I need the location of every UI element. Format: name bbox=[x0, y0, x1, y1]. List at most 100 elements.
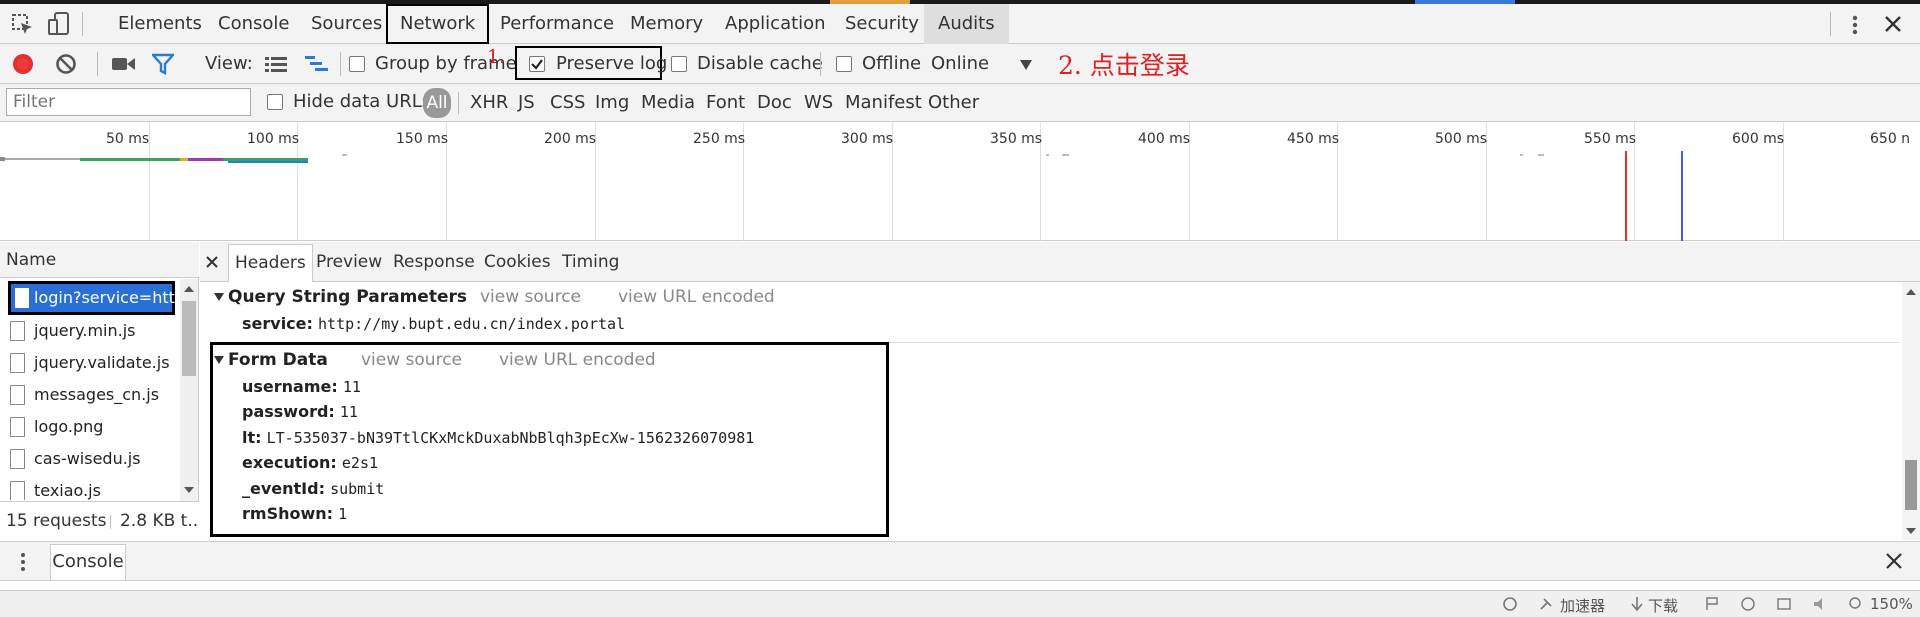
close-details-icon[interactable] bbox=[206, 256, 218, 268]
tab-memory[interactable]: Memory bbox=[630, 4, 703, 44]
filter-type-ws[interactable]: WS bbox=[804, 92, 833, 113]
request-row-selected[interactable]: login?service=htt bbox=[8, 281, 175, 315]
accelerator-label[interactable]: 加速器 bbox=[1560, 595, 1605, 616]
group-by-frame-checkbox[interactable] bbox=[349, 56, 365, 72]
request-row[interactable]: jquery.min.js bbox=[0, 316, 180, 348]
download-arrow-icon bbox=[1631, 597, 1643, 612]
chevron-down-icon[interactable] bbox=[1019, 59, 1033, 71]
tab-network[interactable]: Network bbox=[386, 4, 490, 44]
tab-console[interactable]: Console bbox=[218, 4, 289, 44]
tab-security[interactable]: Security bbox=[845, 4, 919, 44]
details-tabbar: Headers Preview Response Cookies Timing bbox=[200, 242, 1920, 282]
filter-type-manifest[interactable]: Manifest bbox=[845, 92, 922, 113]
transferred-size: 2.8 KB t... bbox=[120, 511, 204, 531]
hide-data-urls-checkbox[interactable] bbox=[267, 94, 283, 110]
timeline-tick-label: 150 ms bbox=[396, 131, 449, 147]
filter-icon[interactable] bbox=[152, 53, 174, 75]
clear-icon[interactable] bbox=[55, 53, 77, 75]
browser-status-bar: 加速器 下载 150% bbox=[0, 590, 1920, 617]
zoom-level[interactable]: 150% bbox=[1870, 595, 1913, 613]
filter-input[interactable] bbox=[6, 88, 251, 116]
scroll-down-icon[interactable] bbox=[184, 486, 194, 494]
filter-type-img[interactable]: Img bbox=[595, 92, 629, 113]
refresh-icon[interactable] bbox=[1502, 596, 1518, 612]
offline-label: Offline bbox=[862, 53, 922, 74]
inspect-element-icon[interactable] bbox=[12, 14, 34, 36]
device-toolbar-icon[interactable] bbox=[48, 12, 70, 36]
domcontentloaded-marker bbox=[1681, 151, 1683, 241]
query-string-parameters-title[interactable]: Query String Parameters bbox=[228, 287, 467, 307]
tab-audits[interactable]: Audits bbox=[924, 4, 1009, 44]
close-drawer-icon[interactable] bbox=[1886, 553, 1902, 569]
qsp-view-source-link[interactable]: view source bbox=[480, 287, 581, 307]
timeline-bar bbox=[1062, 154, 1069, 156]
tab-elements[interactable]: Elements bbox=[118, 4, 202, 44]
request-name: jquery.min.js bbox=[34, 321, 136, 340]
filter-type-other[interactable]: Other bbox=[928, 92, 979, 113]
tab-application[interactable]: Application bbox=[725, 4, 826, 44]
scroll-up-icon[interactable] bbox=[184, 285, 194, 293]
tab-timing[interactable]: Timing bbox=[562, 242, 619, 282]
filter-type-doc[interactable]: Doc bbox=[757, 92, 792, 113]
tab-sources[interactable]: Sources bbox=[311, 4, 382, 44]
request-summary: 15 requests 2.8 KB t... bbox=[0, 501, 204, 540]
console-area[interactable] bbox=[0, 582, 1920, 590]
timeline-tick-label: 200 ms bbox=[544, 131, 597, 147]
flag-icon[interactable] bbox=[1705, 597, 1719, 611]
filter-type-font[interactable]: Font bbox=[706, 92, 745, 113]
filter-type-css[interactable]: CSS bbox=[550, 92, 585, 113]
hide-data-urls-label: Hide data URLs bbox=[293, 91, 432, 112]
form-view-url-encoded-link[interactable]: view URL encoded bbox=[499, 350, 656, 370]
disable-cache-checkbox[interactable] bbox=[671, 56, 687, 72]
form-data-title[interactable]: Form Data bbox=[228, 350, 328, 370]
preserve-log-checkbox[interactable] bbox=[529, 56, 545, 72]
close-devtools-icon[interactable] bbox=[1884, 15, 1902, 33]
request-row[interactable]: cas-wisedu.js bbox=[0, 444, 180, 476]
filter-type-xhr[interactable]: XHR bbox=[470, 92, 508, 113]
request-row[interactable]: messages_cn.js bbox=[0, 380, 180, 412]
more-menu-icon[interactable] bbox=[1845, 14, 1865, 36]
download-label[interactable]: 下载 bbox=[1648, 595, 1678, 616]
form-view-source-link[interactable]: view source bbox=[361, 350, 462, 370]
offline-checkbox[interactable] bbox=[836, 56, 852, 72]
tab-performance[interactable]: Performance bbox=[500, 4, 614, 44]
timeline-overview[interactable]: 50 ms 100 ms 150 ms 200 ms 250 ms 300 ms… bbox=[0, 123, 1920, 241]
theme-icon[interactable] bbox=[1740, 596, 1756, 612]
expand-triangle-icon[interactable] bbox=[214, 355, 224, 365]
timeline-bar bbox=[180, 158, 188, 161]
request-name: messages_cn.js bbox=[34, 385, 160, 404]
scroll-up-icon[interactable] bbox=[1906, 288, 1916, 296]
request-row[interactable]: texiao.js bbox=[0, 476, 180, 500]
tab-cookies[interactable]: Cookies bbox=[484, 242, 551, 282]
qsp-view-url-encoded-link[interactable]: view URL encoded bbox=[618, 287, 775, 307]
record-icon[interactable] bbox=[12, 53, 34, 75]
filter-type-js[interactable]: JS bbox=[518, 92, 535, 113]
tab-preview[interactable]: Preview bbox=[316, 242, 382, 282]
form-param-row: _eventId: submit bbox=[242, 479, 385, 498]
filter-type-all[interactable]: All bbox=[423, 88, 451, 118]
filter-type-media[interactable]: Media bbox=[641, 92, 695, 113]
scroll-thumb[interactable] bbox=[182, 301, 196, 376]
name-column-header[interactable]: Name bbox=[6, 250, 56, 270]
throttling-select[interactable]: Online bbox=[931, 53, 989, 74]
disable-cache-label: Disable cache bbox=[697, 53, 823, 74]
tab-headers[interactable]: Headers bbox=[228, 244, 313, 282]
large-rows-icon[interactable] bbox=[265, 56, 287, 72]
request-row[interactable]: jquery.validate.js bbox=[0, 348, 180, 380]
request-row[interactable]: logo.png bbox=[0, 412, 180, 444]
drawer-menu-icon[interactable] bbox=[18, 551, 28, 573]
scroll-down-icon[interactable] bbox=[1906, 527, 1916, 535]
zoom-icon[interactable] bbox=[1848, 596, 1864, 612]
waterfall-overview-icon[interactable] bbox=[305, 55, 329, 73]
screenshot-capture-icon[interactable] bbox=[112, 56, 136, 72]
window-icon[interactable] bbox=[1776, 596, 1792, 612]
details-scrollbar[interactable] bbox=[1902, 282, 1920, 540]
scroll-thumb[interactable] bbox=[1905, 460, 1917, 510]
expand-triangle-icon[interactable] bbox=[214, 292, 224, 302]
timeline-tick-label: 50 ms bbox=[106, 131, 150, 147]
tab-response[interactable]: Response bbox=[393, 242, 475, 282]
drawer-tab-console[interactable]: Console bbox=[50, 544, 126, 580]
request-list-scrollbar[interactable] bbox=[180, 279, 198, 501]
annotation-step-1: 1. bbox=[487, 46, 506, 68]
volume-icon[interactable] bbox=[1812, 596, 1830, 612]
